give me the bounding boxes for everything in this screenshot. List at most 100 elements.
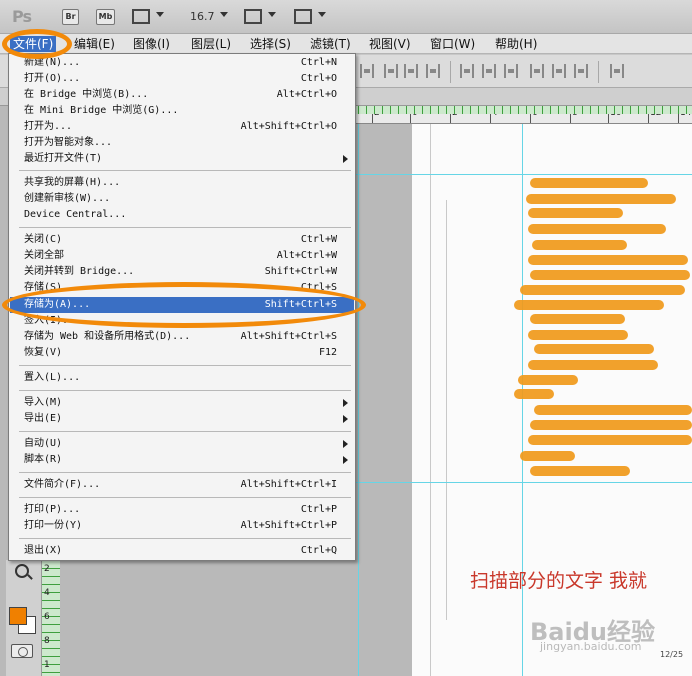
menu-item-close-go-bridge[interactable]: 关闭并转到 Bridge... Shift+Ctrl+W (10, 264, 354, 280)
align-right-icon[interactable] (426, 64, 440, 78)
menu-item-shortcut: Ctrl+N (300, 57, 337, 68)
menu-select[interactable]: 选择(S) (247, 36, 294, 52)
menu-item-create-review[interactable]: 创建新审核(W)... (10, 191, 354, 207)
menu-item-place[interactable]: 置入(L)... (10, 370, 354, 386)
menu-item-check-in[interactable]: 签入(I)... (10, 313, 354, 329)
redacted-text (530, 466, 630, 476)
distribute-top-icon[interactable] (460, 64, 474, 78)
ruler-label: 2 (44, 564, 50, 574)
menu-item-scripts[interactable]: 脚本(R) (10, 452, 354, 468)
menu-item-label: 新建(N)... (24, 57, 81, 68)
menu-item-label: 共享我的屏幕(H)... (24, 177, 121, 188)
screen-mode-icon[interactable] (294, 9, 312, 24)
zoom-tool-icon[interactable] (15, 564, 29, 578)
menu-item-revert[interactable]: 恢复(V) F12 (10, 345, 354, 361)
redacted-text (520, 451, 575, 461)
redacted-text (528, 360, 658, 370)
view-extras-dropdown-icon[interactable] (156, 12, 164, 17)
quick-mask-icon[interactable] (11, 644, 33, 658)
file-menu-dropdown: 新建(N)... Ctrl+N 打开(O)... Ctrl+O 在 Bridge 中… (8, 53, 356, 561)
menu-item-file-info[interactable]: 文件简介(F)... Alt+Shift+Ctrl+I (10, 477, 354, 493)
menu-item-device-central[interactable]: Device Central... (10, 207, 354, 223)
align-bottom-icon[interactable] (360, 64, 374, 78)
menu-separator (19, 497, 351, 498)
menu-item-label: 关闭(C) (24, 234, 63, 245)
menu-edit[interactable]: 编辑(E) (71, 36, 118, 52)
menu-item-close[interactable]: 关闭(C) Ctrl+W (10, 232, 354, 248)
menu-item-label: 存储为(A)... (24, 299, 91, 310)
menu-layer[interactable]: 图层(L) (188, 36, 234, 52)
menu-item-print-one-copy[interactable]: 打印一份(Y) Alt+Shift+Ctrl+P (10, 518, 354, 534)
arrange-documents-icon[interactable] (244, 9, 262, 24)
menu-item-label: 最近打开文件(T) (24, 153, 103, 164)
menu-item-open-as[interactable]: 打开为... Alt+Shift+Ctrl+O (10, 119, 354, 135)
guide-line (358, 124, 359, 676)
menu-item-open[interactable]: 打开(O)... Ctrl+O (10, 71, 354, 87)
menu-item-shortcut: Shift+Ctrl+S (264, 299, 337, 310)
guide-line (522, 124, 523, 676)
distribute-bottom-icon[interactable] (504, 64, 518, 78)
menu-item-save-for-web[interactable]: 存储为 Web 和设备所用格式(D)... Alt+Shift+Ctrl+S (10, 329, 354, 345)
redacted-text (518, 375, 578, 385)
menu-item-shortcut: Alt+Shift+Ctrl+O (240, 121, 337, 132)
menu-item-recent-files[interactable]: 最近打开文件(T) (10, 151, 354, 167)
menu-item-save-as[interactable]: 存储为(A)... Shift+Ctrl+S (10, 297, 354, 313)
menu-help[interactable]: 帮助(H) (492, 36, 540, 52)
menu-item-import[interactable]: 导入(M) (10, 395, 354, 411)
menu-separator (19, 472, 351, 473)
menu-item-browse-bridge[interactable]: 在 Bridge 中浏览(B)... Alt+Ctrl+O (10, 87, 354, 103)
bridge-button[interactable]: Br (62, 9, 79, 25)
foreground-color-swatch[interactable] (9, 607, 27, 625)
menu-item-share-screen[interactable]: 共享我的屏幕(H)... (10, 175, 354, 191)
menu-filter[interactable]: 滤镜(T) (307, 36, 354, 52)
redacted-text (532, 240, 627, 250)
menu-view[interactable]: 视图(V) (366, 36, 414, 52)
menu-item-label: 脚本(R) (24, 454, 63, 465)
menu-item-shortcut: F12 (318, 347, 337, 358)
application-bar: Ps Br Mb 16.7 (0, 0, 692, 34)
menu-bar: 文件(F) 编辑(E) 图像(I) 图层(L) 选择(S) 滤镜(T) 视图(V… (0, 34, 692, 54)
distribute-vcenter-icon[interactable] (482, 64, 496, 78)
document-page (412, 124, 692, 676)
menu-item-new[interactable]: 新建(N)... Ctrl+N (10, 55, 354, 71)
distribute-hcenter-icon[interactable] (552, 64, 566, 78)
zoom-level[interactable]: 16.7 (190, 10, 215, 23)
ruler-label: 1 (44, 660, 50, 670)
menu-image[interactable]: 图像(I) (130, 36, 173, 52)
auto-align-icon[interactable] (610, 64, 624, 78)
scan-artifact-line (446, 200, 447, 620)
menu-item-open-smart-object[interactable]: 打开为智能对象... (10, 135, 354, 151)
ruler-label: 6 (44, 612, 50, 622)
menu-item-save[interactable]: 存储(S) Ctrl+S (10, 280, 354, 296)
menu-item-close-all[interactable]: 关闭全部 Alt+Ctrl+W (10, 248, 354, 264)
menu-item-export[interactable]: 导出(E) (10, 411, 354, 427)
scanned-text-caption: 扫描部分的文字 我就 (470, 570, 648, 592)
menu-item-automate[interactable]: 自动(U) (10, 436, 354, 452)
options-separator (450, 61, 451, 83)
mini-bridge-button[interactable]: Mb (96, 9, 115, 25)
menu-window[interactable]: 窗口(W) (427, 36, 478, 52)
ruler-label: 8 (44, 636, 50, 646)
zoom-dropdown-icon[interactable] (220, 12, 228, 17)
menu-item-label: 关闭全部 (24, 250, 64, 261)
align-left-icon[interactable] (384, 64, 398, 78)
arrange-dropdown-icon[interactable] (268, 12, 276, 17)
align-hcenter-icon[interactable] (404, 64, 418, 78)
redacted-text (526, 194, 676, 204)
menu-item-print[interactable]: 打印(P)... Ctrl+P (10, 502, 354, 518)
submenu-arrow-icon (343, 399, 348, 407)
menu-item-label: 打开为... (24, 121, 73, 132)
menu-item-browse-mini-bridge[interactable]: 在 Mini Bridge 中浏览(G)... (10, 103, 354, 119)
screen-mode-dropdown-icon[interactable] (318, 12, 326, 17)
menu-separator (19, 227, 351, 228)
menu-item-exit[interactable]: 退出(X) Ctrl+Q (10, 543, 354, 559)
menu-item-label: 存储为 Web 和设备所用格式(D)... (24, 331, 191, 342)
menu-separator (19, 170, 351, 171)
menu-item-label: 打印(P)... (24, 504, 81, 515)
distribute-right-icon[interactable] (574, 64, 588, 78)
distribute-left-icon[interactable] (530, 64, 544, 78)
menu-item-label: 自动(U) (24, 438, 63, 449)
menu-file[interactable]: 文件(F) (10, 36, 57, 52)
view-extras-icon[interactable] (132, 9, 150, 24)
redacted-text (534, 405, 692, 415)
